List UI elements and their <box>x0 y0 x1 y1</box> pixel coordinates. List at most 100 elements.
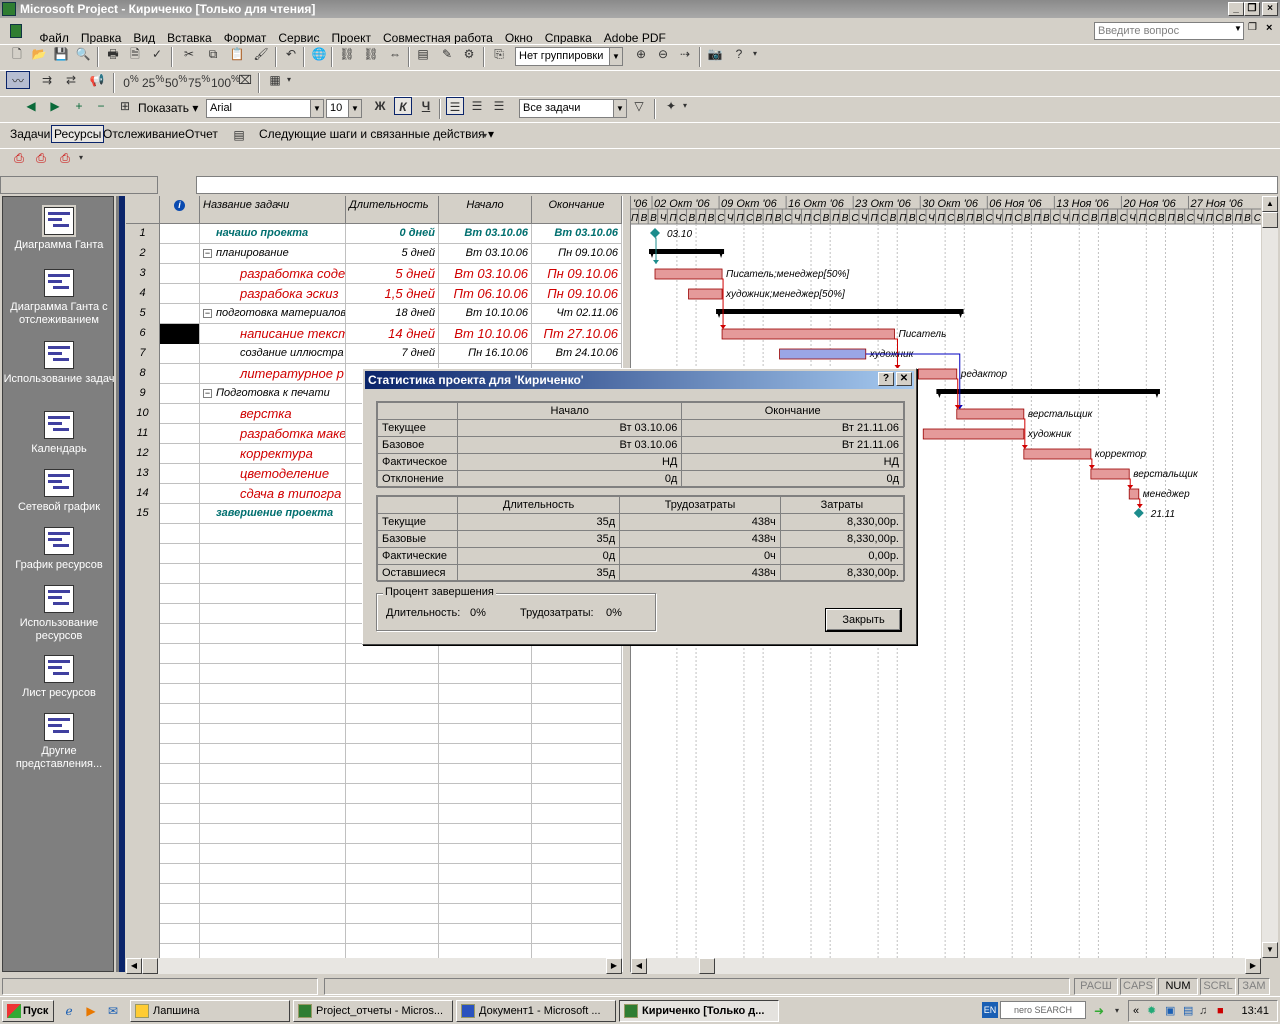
table-row[interactable] <box>126 784 622 804</box>
start-cell[interactable] <box>439 924 532 944</box>
nero-search-box[interactable]: nero SEARCH <box>1000 1001 1086 1019</box>
collapse-toggle-icon[interactable]: − <box>203 249 212 258</box>
duration-cell[interactable] <box>346 864 439 884</box>
doc-restore-icon[interactable]: ❐ <box>1248 22 1257 33</box>
tray-security-icon[interactable]: ▤ <box>1183 1001 1193 1021</box>
row-indicator[interactable] <box>160 244 200 264</box>
finish-cell[interactable]: Пт 27.10.06 <box>532 324 622 344</box>
tray-network-icon[interactable]: ▣ <box>1165 1001 1175 1021</box>
zoom-out-icon[interactable]: ⊖ <box>654 45 672 63</box>
taskbar-kirichenko[interactable]: Кириченко [Только д... <box>619 1000 779 1022</box>
doc-close-icon[interactable]: × <box>1266 22 1272 34</box>
finish-cell[interactable]: Чт 02.11.06 <box>532 304 622 324</box>
header-name[interactable]: Название задачи <box>200 196 346 224</box>
start-cell[interactable] <box>439 764 532 784</box>
task-name-cell[interactable]: разработка соде <box>200 264 346 284</box>
percent-25-button[interactable]: 25% <box>142 71 164 90</box>
row-id[interactable]: 12 <box>126 444 160 464</box>
task-name-cell[interactable] <box>200 624 346 644</box>
view-item-0[interactable]: Диаграмма Ганта <box>3 205 115 252</box>
task-name-cell[interactable] <box>200 684 346 704</box>
align-left-icon[interactable]: ☰ <box>446 97 464 115</box>
autofilter-icon[interactable]: ▽ <box>630 97 648 115</box>
spelling-icon[interactable]: ✓ <box>148 45 166 63</box>
finish-cell[interactable]: Пн 09.10.06 <box>532 244 622 264</box>
filter-select[interactable]: Все задачи ▼ <box>519 99 627 118</box>
header-id[interactable] <box>126 196 160 224</box>
collapse-toggle-icon[interactable]: − <box>203 309 212 318</box>
view-item-1[interactable]: Диаграмма Ганта с отслеживанием <box>3 269 115 327</box>
duration-cell[interactable]: 1,5 дней <box>346 284 439 304</box>
task-name-cell[interactable] <box>200 524 346 544</box>
paste-icon[interactable]: 📋 <box>228 45 246 63</box>
row-id[interactable]: 13 <box>126 464 160 484</box>
grouping-select[interactable]: Нет группировки ▼ <box>515 47 623 66</box>
row-id[interactable]: 14 <box>126 484 160 504</box>
task-name-cell[interactable] <box>200 884 346 904</box>
show-icon[interactable]: ⊞ <box>116 97 134 115</box>
start-cell[interactable]: Вт 10.10.06 <box>439 324 532 344</box>
nero-dropdown-icon[interactable]: ▾ <box>1108 1002 1126 1020</box>
row-id[interactable] <box>126 904 160 924</box>
row-indicator[interactable] <box>160 404 200 424</box>
pdf-options-icon[interactable]: ▾ <box>76 149 86 167</box>
row-indicator[interactable] <box>160 464 200 484</box>
task-name-cell[interactable] <box>200 564 346 584</box>
start-cell[interactable] <box>439 644 532 664</box>
row-id[interactable]: 8 <box>126 364 160 384</box>
help-search-input[interactable]: Введите вопрос <box>1094 22 1244 40</box>
duration-cell[interactable] <box>346 684 439 704</box>
task-name-cell[interactable] <box>200 764 346 784</box>
row-indicator[interactable] <box>160 364 200 384</box>
task-name-cell[interactable]: верстка <box>200 404 346 424</box>
task-name-cell[interactable]: начашо проекта <box>200 224 346 244</box>
row-indicator[interactable] <box>160 684 200 704</box>
table-row[interactable] <box>126 844 622 864</box>
finish-cell[interactable] <box>532 864 622 884</box>
reschedule-icon[interactable]: ⇄ <box>62 71 80 89</box>
dialog-close-button[interactable]: Закрыть <box>825 608 902 632</box>
gantt-vscroll[interactable]: ▲ ▼ <box>1262 196 1278 958</box>
task-name-cell[interactable]: разрабока эскиз <box>200 284 346 304</box>
task-name-cell[interactable] <box>200 944 346 958</box>
row-id[interactable]: 4 <box>126 284 160 304</box>
task-name-cell[interactable] <box>200 584 346 604</box>
row-id[interactable] <box>126 644 160 664</box>
start-cell[interactable]: Вт 03.10.06 <box>439 244 532 264</box>
row-indicator[interactable] <box>160 584 200 604</box>
duration-cell[interactable] <box>346 664 439 684</box>
start-cell[interactable] <box>439 724 532 744</box>
start-cell[interactable] <box>439 704 532 724</box>
row-id[interactable] <box>126 804 160 824</box>
zoom-in-icon[interactable]: ⊕ <box>632 45 650 63</box>
task-name-cell[interactable] <box>200 924 346 944</box>
row-id[interactable] <box>126 824 160 844</box>
finish-cell[interactable] <box>532 744 622 764</box>
duration-cell[interactable] <box>346 884 439 904</box>
row-id[interactable] <box>126 944 160 958</box>
document-icon[interactable] <box>0 20 30 42</box>
duration-cell[interactable] <box>346 644 439 664</box>
close-window-button[interactable]: × <box>1262 2 1278 16</box>
duration-cell[interactable] <box>346 844 439 864</box>
task-name-cell[interactable]: − Подготовка к печати <box>200 384 346 404</box>
taskbar-folder[interactable]: Лапшина <box>130 1000 290 1022</box>
duration-cell[interactable]: 0 дней <box>346 224 439 244</box>
row-indicator[interactable] <box>160 744 200 764</box>
next-steps-dropdown[interactable]: Следующие шаги и связанные действия ▾ <box>259 127 494 141</box>
finish-cell[interactable]: Пн 09.10.06 <box>532 284 622 304</box>
gantt-wizard-icon[interactable]: ✦ <box>662 97 680 115</box>
format-options-icon[interactable]: ▾ <box>680 97 690 115</box>
start-cell[interactable]: Пн 16.10.06 <box>439 344 532 364</box>
task-name-cell[interactable] <box>200 644 346 664</box>
view-item-8[interactable]: Другие представления... <box>3 713 115 771</box>
toolbar-options-icon[interactable]: ▾ <box>750 45 760 63</box>
view-item-4[interactable]: Сетевой график <box>3 469 115 514</box>
finish-cell[interactable] <box>532 784 622 804</box>
start-cell[interactable]: Вт 03.10.06 <box>439 224 532 244</box>
duration-cell[interactable]: 14 дней <box>346 324 439 344</box>
collapse-toggle-icon[interactable]: − <box>203 389 212 398</box>
row-indicator[interactable] <box>160 764 200 784</box>
copy-icon[interactable]: ⧉ <box>204 45 222 63</box>
restore-button[interactable]: ❐ <box>1244 2 1260 16</box>
